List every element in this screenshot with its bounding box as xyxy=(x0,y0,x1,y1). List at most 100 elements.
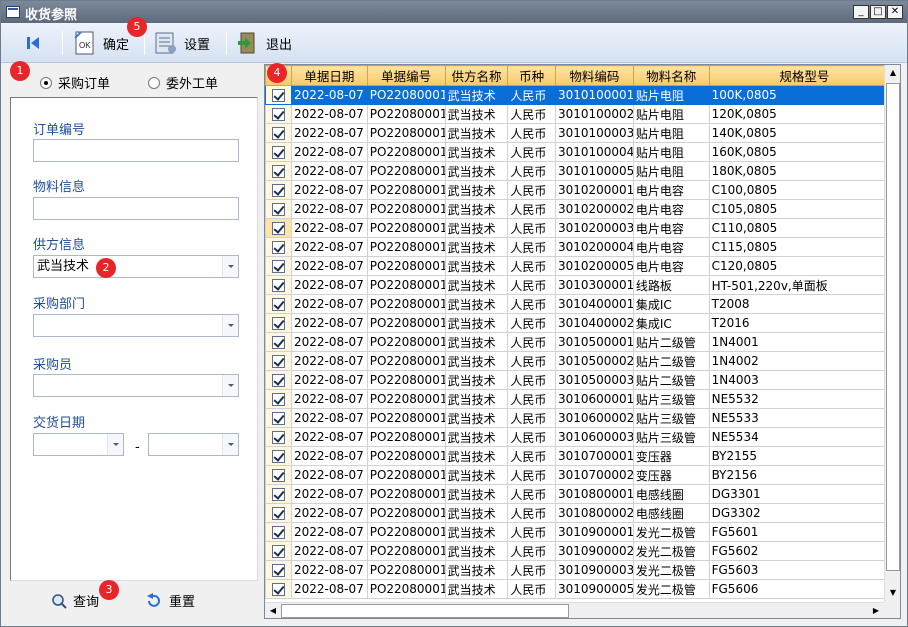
checkbox-checked-icon[interactable] xyxy=(271,279,285,292)
checkbox-checked-icon[interactable] xyxy=(271,146,285,159)
table-row[interactable]: 2022-08-07 PO22080001 武当技术 人民币 3010800002 电感线… xyxy=(265,503,900,523)
dept-combo[interactable] xyxy=(33,314,239,337)
table-row[interactable]: 2022-08-07 PO22080001 武当技术 人民币 3010100005 贴片电… xyxy=(265,161,900,181)
row-checkbox[interactable] xyxy=(265,218,292,238)
minimize-button[interactable]: _ xyxy=(853,5,869,19)
table-row[interactable]: 2022-08-07 PO22080001 武当技术 人民币 3010300001 线路板… xyxy=(265,275,900,295)
row-checkbox[interactable] xyxy=(265,161,292,181)
close-button[interactable]: ✕ xyxy=(887,5,903,19)
vertical-scrollbar[interactable]: ▲ ▼ xyxy=(884,65,900,602)
row-checkbox[interactable] xyxy=(265,332,292,352)
date-from-combo[interactable] xyxy=(33,433,124,456)
scroll-right-icon[interactable]: ▶ xyxy=(868,603,884,619)
table-row[interactable]: 2022-08-07 PO22080001 武当技术 人民币 3010500003 贴片二… xyxy=(265,370,900,390)
checkbox-checked-icon[interactable] xyxy=(271,583,285,596)
row-checkbox[interactable] xyxy=(265,313,292,333)
checkbox-checked-icon[interactable] xyxy=(271,507,285,520)
buyer-combo[interactable] xyxy=(33,374,239,397)
row-checkbox[interactable] xyxy=(265,294,292,314)
table-row[interactable]: 2022-08-07 PO22080001 武当技术 人民币 3010100003 贴片电… xyxy=(265,123,900,143)
row-checkbox[interactable] xyxy=(265,389,292,409)
table-row[interactable]: 2022-08-07 PO22080001 武当技术 人民币 3010500002 贴片二… xyxy=(265,351,900,371)
horizontal-scroll-thumb[interactable] xyxy=(281,604,569,618)
confirm-button[interactable]: OK 确定 xyxy=(73,29,129,57)
chevron-down-icon[interactable] xyxy=(222,256,238,277)
table-row[interactable]: 2022-08-07 PO22080001 武当技术 人民币 3010400002 集成I… xyxy=(265,313,900,333)
table-row[interactable]: 2022-08-07 PO22080001 武当技术 人民币 3010600002 贴片三… xyxy=(265,408,900,428)
checkbox-checked-icon[interactable] xyxy=(271,298,285,311)
table-row[interactable]: 2022-08-07 PO22080001 武当技术 人民币 3010900001 发光二… xyxy=(265,522,900,542)
row-checkbox[interactable] xyxy=(265,237,292,257)
row-checkbox[interactable] xyxy=(265,142,292,162)
chevron-down-icon[interactable] xyxy=(222,434,238,455)
reset-button[interactable]: 重置 xyxy=(145,591,195,610)
checkbox-checked-icon[interactable] xyxy=(271,203,285,216)
vertical-scroll-thumb[interactable] xyxy=(886,83,900,571)
column-header[interactable]: 规格型号 xyxy=(708,65,900,86)
column-header[interactable]: 物料名称 xyxy=(632,65,710,86)
row-checkbox[interactable] xyxy=(265,522,292,542)
row-checkbox[interactable] xyxy=(265,541,292,561)
radio-purchase-order[interactable]: 采购订单 xyxy=(40,73,110,92)
table-row[interactable]: 2022-08-07 PO22080001 武当技术 人民币 3010900005 发光二… xyxy=(265,579,900,599)
checkbox-checked-icon[interactable] xyxy=(271,336,285,349)
column-header[interactable]: 单据编号 xyxy=(366,65,446,86)
table-row[interactable]: 2022-08-07 PO22080001 武当技术 人民币 3010400001 集成I… xyxy=(265,294,900,314)
table-row[interactable]: 2022-08-07 PO22080001 武当技术 人民币 3010200001 电片电… xyxy=(265,180,900,200)
table-row[interactable]: 2022-08-07 PO22080001 武当技术 人民币 3010600003 贴片三… xyxy=(265,427,900,447)
scroll-down-icon[interactable]: ▼ xyxy=(885,585,901,601)
table-row[interactable]: 2022-08-07 PO22080001 武当技术 人民币 3010200002 电片电… xyxy=(265,199,900,219)
checkbox-checked-icon[interactable] xyxy=(271,127,285,140)
checkbox-checked-icon[interactable] xyxy=(271,545,285,558)
row-checkbox[interactable] xyxy=(265,484,292,504)
material-input[interactable] xyxy=(33,197,239,220)
checkbox-checked-icon[interactable] xyxy=(271,165,285,178)
row-checkbox[interactable] xyxy=(265,256,292,276)
column-header[interactable]: 单据日期 xyxy=(290,65,368,86)
row-checkbox[interactable] xyxy=(265,199,292,219)
table-row[interactable]: 2022-08-07 PO22080001 武当技术 人民币 3010600001 贴片三… xyxy=(265,389,900,409)
checkbox-checked-icon[interactable] xyxy=(271,260,285,273)
horizontal-scrollbar[interactable]: ◀ ▶ xyxy=(265,602,884,618)
scroll-left-icon[interactable]: ◀ xyxy=(265,603,281,619)
chevron-down-icon[interactable] xyxy=(222,315,238,336)
row-checkbox[interactable] xyxy=(265,465,292,485)
row-checkbox[interactable] xyxy=(265,370,292,390)
row-checkbox[interactable] xyxy=(265,85,292,105)
row-checkbox[interactable] xyxy=(265,560,292,580)
checkbox-checked-icon[interactable] xyxy=(271,222,285,235)
order-no-input[interactable] xyxy=(33,139,239,162)
checkbox-checked-icon[interactable] xyxy=(271,184,285,197)
settings-button[interactable]: 设置 xyxy=(154,29,210,57)
table-row[interactable]: 2022-08-07 PO22080001 武当技术 人民币 3010200004 电片电… xyxy=(265,237,900,257)
table-row[interactable]: 2022-08-07 PO22080001 武当技术 人民币 3010900003 发光二… xyxy=(265,560,900,580)
maximize-button[interactable]: □ xyxy=(870,5,886,19)
checkbox-checked-icon[interactable] xyxy=(271,89,285,102)
table-row[interactable]: 2022-08-07 PO22080001 武当技术 人民币 3010100004 贴片电… xyxy=(265,142,900,162)
table-row[interactable]: 2022-08-07 PO22080001 武当技术 人民币 3010800001 电感线… xyxy=(265,484,900,504)
supplier-combo[interactable]: 武当技术 xyxy=(33,255,239,278)
checkbox-checked-icon[interactable] xyxy=(271,355,285,368)
row-checkbox[interactable] xyxy=(265,180,292,200)
checkbox-checked-icon[interactable] xyxy=(271,564,285,577)
table-row[interactable]: 2022-08-07 PO22080001 武当技术 人民币 3010100001 贴片电… xyxy=(265,85,900,105)
checkbox-checked-icon[interactable] xyxy=(271,526,285,539)
chevron-down-icon[interactable] xyxy=(222,375,238,396)
query-button[interactable]: 查询 xyxy=(51,591,99,610)
table-row[interactable]: 2022-08-07 PO22080001 武当技术 人民币 3010200003 电片电… xyxy=(265,218,900,238)
chevron-down-icon[interactable] xyxy=(107,434,123,455)
checkbox-checked-icon[interactable] xyxy=(271,374,285,387)
column-header[interactable]: 币种 xyxy=(507,65,556,86)
table-row[interactable]: 2022-08-07 PO22080001 武当技术 人民币 3010700002 变压器… xyxy=(265,465,900,485)
checkbox-checked-icon[interactable] xyxy=(271,450,285,463)
row-checkbox[interactable] xyxy=(265,123,292,143)
row-checkbox[interactable] xyxy=(265,503,292,523)
order-grid[interactable]: 单据日期单据编号供方名称币种物料编码物料名称规格型号客户 2022-08-07P… xyxy=(264,64,901,619)
row-checkbox[interactable] xyxy=(265,275,292,295)
checkbox-checked-icon[interactable] xyxy=(271,488,285,501)
table-row[interactable]: 2022-08-07 PO22080001 武当技术 人民币 3010200005 电片电… xyxy=(265,256,900,276)
checkbox-checked-icon[interactable] xyxy=(271,412,285,425)
checkbox-checked-icon[interactable] xyxy=(271,108,285,121)
column-header[interactable]: 供方名称 xyxy=(444,65,509,86)
table-row[interactable]: 2022-08-07 PO22080001 武当技术 人民币 3010100002 贴片电… xyxy=(265,104,900,124)
